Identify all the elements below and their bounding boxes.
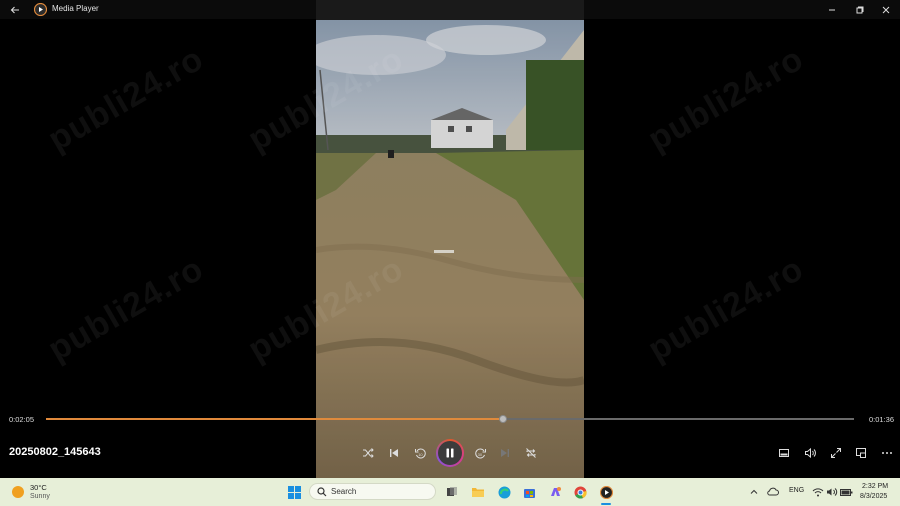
edge-button[interactable]: [496, 484, 512, 500]
window-title: Media Player: [52, 4, 99, 13]
active-app-indicator: [601, 503, 611, 505]
copilot-button[interactable]: [547, 484, 563, 500]
close-icon: [882, 6, 890, 13]
start-button[interactable]: [286, 484, 302, 500]
battery-icon: [839, 488, 852, 496]
skip-forward-30-icon: 30: [474, 448, 486, 458]
file-explorer-button[interactable]: [470, 484, 486, 500]
pause-button-face: [438, 441, 462, 465]
back-button[interactable]: [6, 1, 24, 18]
close-button[interactable]: [872, 0, 900, 19]
cloud-sync-icon: [767, 487, 779, 496]
sun-icon: [12, 486, 24, 498]
chrome-icon: [574, 486, 587, 499]
microsoft-store-icon: [523, 488, 535, 498]
search-icon: [317, 487, 327, 497]
chevron-up-icon: [750, 489, 758, 494]
miniplayer-icon: [779, 449, 789, 457]
shuffle-icon: [363, 448, 374, 458]
wifi-icon: [812, 488, 824, 497]
search-label: Search: [331, 487, 357, 496]
skip-back-button[interactable]: 10: [410, 443, 430, 463]
language-indicator[interactable]: ENG: [789, 487, 804, 494]
remaining-time: 0:01:36: [869, 415, 895, 424]
cast-icon: [856, 448, 866, 458]
task-view-icon: [447, 487, 457, 496]
elapsed-time: 0:02:05: [9, 415, 35, 424]
chrome-button[interactable]: [572, 484, 588, 500]
media-player-taskbar-button[interactable]: [598, 484, 614, 500]
watermark: publi24.ro: [641, 249, 811, 369]
volume-icon: [804, 447, 816, 459]
file-explorer-icon: [472, 488, 484, 497]
restore-button[interactable]: [846, 0, 874, 19]
weather-temperature: 30°C: [30, 483, 47, 492]
shuffle-button[interactable]: [358, 443, 378, 463]
taskbar: 30°C Sunny Search ENG 2:32 PM 8/3/2025: [0, 478, 900, 506]
skip-back-10-icon: 10: [414, 448, 426, 458]
windows-start-icon: [287, 485, 301, 499]
media-player-icon: [34, 3, 47, 16]
back-arrow-icon: [10, 6, 19, 13]
copilot-icon: [550, 486, 561, 496]
fullscreen-button[interactable]: [826, 443, 846, 463]
seek-progress: [46, 418, 504, 420]
clock-time[interactable]: 2:32 PM: [862, 483, 888, 490]
previous-button[interactable]: [384, 443, 404, 463]
skip-forward-button[interactable]: 30: [470, 443, 490, 463]
fullscreen-icon: [831, 448, 841, 458]
battery-indicator[interactable]: [838, 484, 854, 500]
minimize-button[interactable]: [818, 0, 846, 19]
svg-text:30: 30: [477, 452, 482, 457]
next-track-icon: [501, 449, 509, 457]
watermark: publi24.ro: [41, 39, 211, 159]
pause-icon: [446, 448, 454, 458]
speaker-icon: [827, 488, 838, 496]
weather-condition: Sunny: [30, 493, 50, 500]
cast-button[interactable]: [851, 443, 871, 463]
volume-button[interactable]: [800, 443, 820, 463]
more-options-icon: [882, 452, 892, 454]
seek-bar[interactable]: [46, 415, 854, 423]
minimize-icon: [829, 9, 835, 10]
repeat-button[interactable]: [521, 443, 541, 463]
media-title: 20250802_145643: [9, 446, 101, 458]
clock-date[interactable]: 8/3/2025: [860, 493, 887, 500]
pause-button[interactable]: [436, 439, 464, 467]
svg-text:10: 10: [418, 452, 423, 457]
store-button[interactable]: [521, 484, 537, 500]
show-hidden-icons-button[interactable]: [746, 484, 762, 500]
more-options-button[interactable]: [877, 443, 897, 463]
tray-onedrive[interactable]: [765, 484, 781, 500]
watermark: publi24.ro: [641, 39, 811, 159]
repeat-off-icon: [526, 448, 536, 458]
next-button[interactable]: [495, 443, 515, 463]
media-player-icon: [599, 485, 613, 499]
miniplayer-button[interactable]: [774, 443, 794, 463]
edge-icon: [498, 486, 510, 498]
task-view-button[interactable]: [444, 484, 460, 500]
watermark: publi24.ro: [41, 249, 211, 369]
previous-track-icon: [390, 449, 398, 457]
restore-icon: [856, 6, 864, 13]
taskbar-search[interactable]: Search: [309, 483, 436, 500]
